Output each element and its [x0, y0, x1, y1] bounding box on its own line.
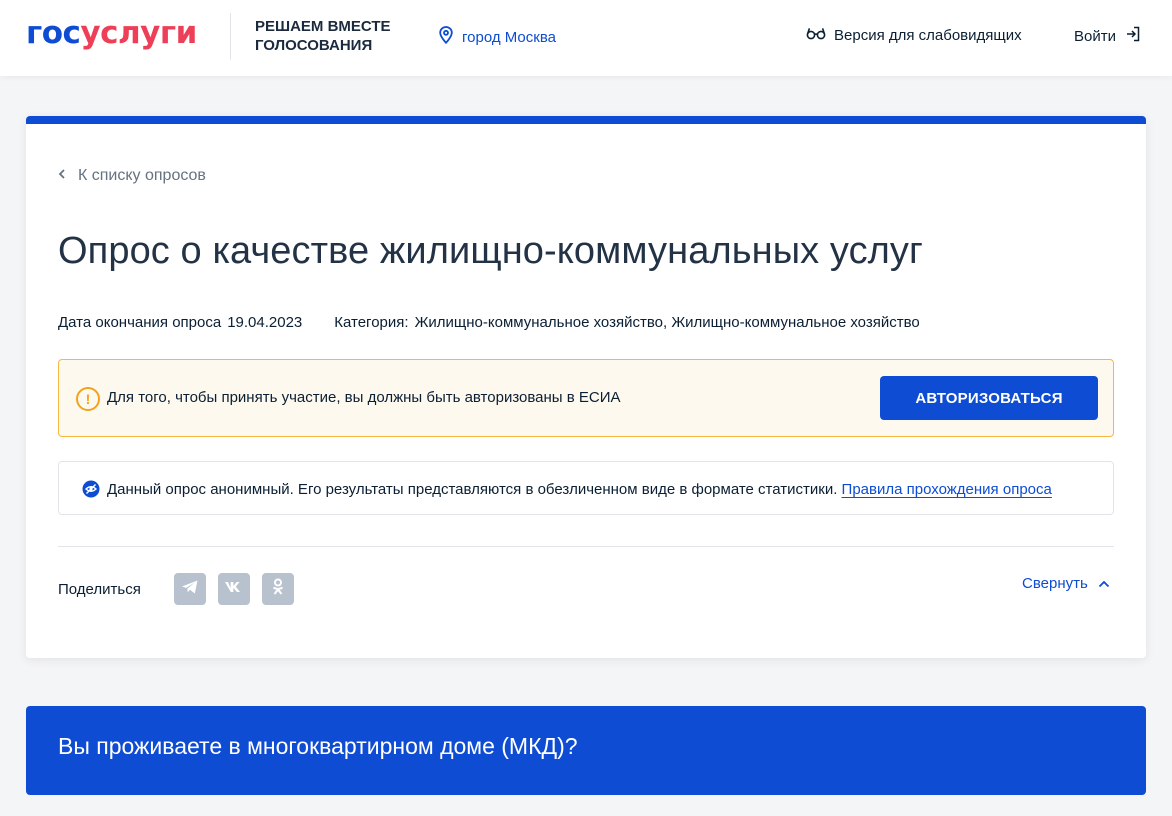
- vk-icon: [224, 580, 244, 598]
- location-pin-icon: [439, 26, 453, 48]
- share-label: Поделиться: [58, 581, 141, 598]
- city-label: город Москва: [462, 28, 556, 46]
- chevron-left-icon: [58, 167, 66, 185]
- survey-title: Опрос о качестве жилищно-коммунальных ус…: [58, 230, 923, 272]
- low-vision-toggle[interactable]: Версия для слабовидящих: [806, 26, 1022, 44]
- back-to-surveys-link[interactable]: К списку опросов: [58, 167, 206, 185]
- share-vk-button[interactable]: [218, 573, 250, 605]
- odnoklassniki-icon: [272, 578, 284, 601]
- low-vision-label: Версия для слабовидящих: [834, 26, 1022, 44]
- telegram-icon: [181, 579, 199, 600]
- survey-card: К списку опросов Опрос о качестве жилищн…: [26, 116, 1146, 658]
- back-label: К списку опросов: [78, 167, 206, 184]
- glasses-icon: [806, 26, 826, 44]
- end-date-label: Дата окончания опроса: [58, 314, 222, 331]
- divider: [58, 546, 1114, 547]
- end-date: Дата окончания опроса 19.04.2023: [58, 314, 302, 331]
- site-header: госуслуги РЕШАЕМ ВМЕСТЕ ГОЛОСОВАНИЯ горо…: [0, 0, 1172, 76]
- gosuslugi-logo[interactable]: госуслуги: [26, 15, 197, 51]
- anonymous-info-message: Данный опрос анонимный. Его результаты п…: [107, 481, 838, 498]
- anonymous-eye-off-icon: [82, 480, 100, 503]
- login-arrow-icon: [1125, 26, 1141, 46]
- collapse-label: Свернуть: [1022, 575, 1088, 592]
- auth-warning-text: Для того, чтобы принять участие, вы долж…: [107, 389, 621, 406]
- anonymous-info-box: Данный опрос анонимный. Его результаты п…: [58, 461, 1114, 515]
- question-text: Вы проживаете в многоквартирном доме (МК…: [58, 733, 578, 759]
- share-telegram-button[interactable]: [174, 573, 206, 605]
- warning-icon: !: [76, 387, 100, 411]
- anonymous-info-text: Данный опрос анонимный. Его результаты п…: [107, 481, 1052, 498]
- chevron-up-icon: [1098, 575, 1110, 592]
- share-ok-button[interactable]: [262, 573, 294, 605]
- logo-part-uslugi: услуги: [80, 15, 197, 51]
- category-value: Жилищно-коммунальное хозяйство, Жилищно-…: [414, 314, 920, 331]
- auth-warning-alert: ! Для того, чтобы принять участие, вы до…: [58, 359, 1114, 437]
- question-banner: Вы проживаете в многоквартирном доме (МК…: [26, 706, 1146, 795]
- city-selector[interactable]: город Москва: [439, 26, 556, 48]
- login-button[interactable]: Войти: [1074, 26, 1141, 46]
- project-title-line1: РЕШАЕМ ВМЕСТЕ: [255, 18, 391, 35]
- project-title[interactable]: РЕШАЕМ ВМЕСТЕ ГОЛОСОВАНИЯ: [255, 17, 415, 55]
- survey-rules-link[interactable]: Правила прохождения опроса: [842, 481, 1052, 498]
- category: Категория: Жилищно-коммунальное хозяйство…: [334, 314, 919, 331]
- survey-meta: Дата окончания опроса 19.04.2023 Категори…: [58, 314, 920, 331]
- logo-part-gos: гос: [26, 15, 81, 51]
- login-label: Войти: [1074, 27, 1116, 45]
- project-title-line2: ГОЛОСОВАНИЯ: [255, 37, 373, 54]
- category-label: Категория:: [334, 314, 409, 331]
- authorize-button[interactable]: АВТОРИЗОВАТЬСЯ: [880, 376, 1098, 420]
- collapse-toggle[interactable]: Свернуть: [1022, 575, 1110, 592]
- end-date-value: 19.04.2023: [227, 314, 303, 331]
- header-divider: [230, 13, 231, 60]
